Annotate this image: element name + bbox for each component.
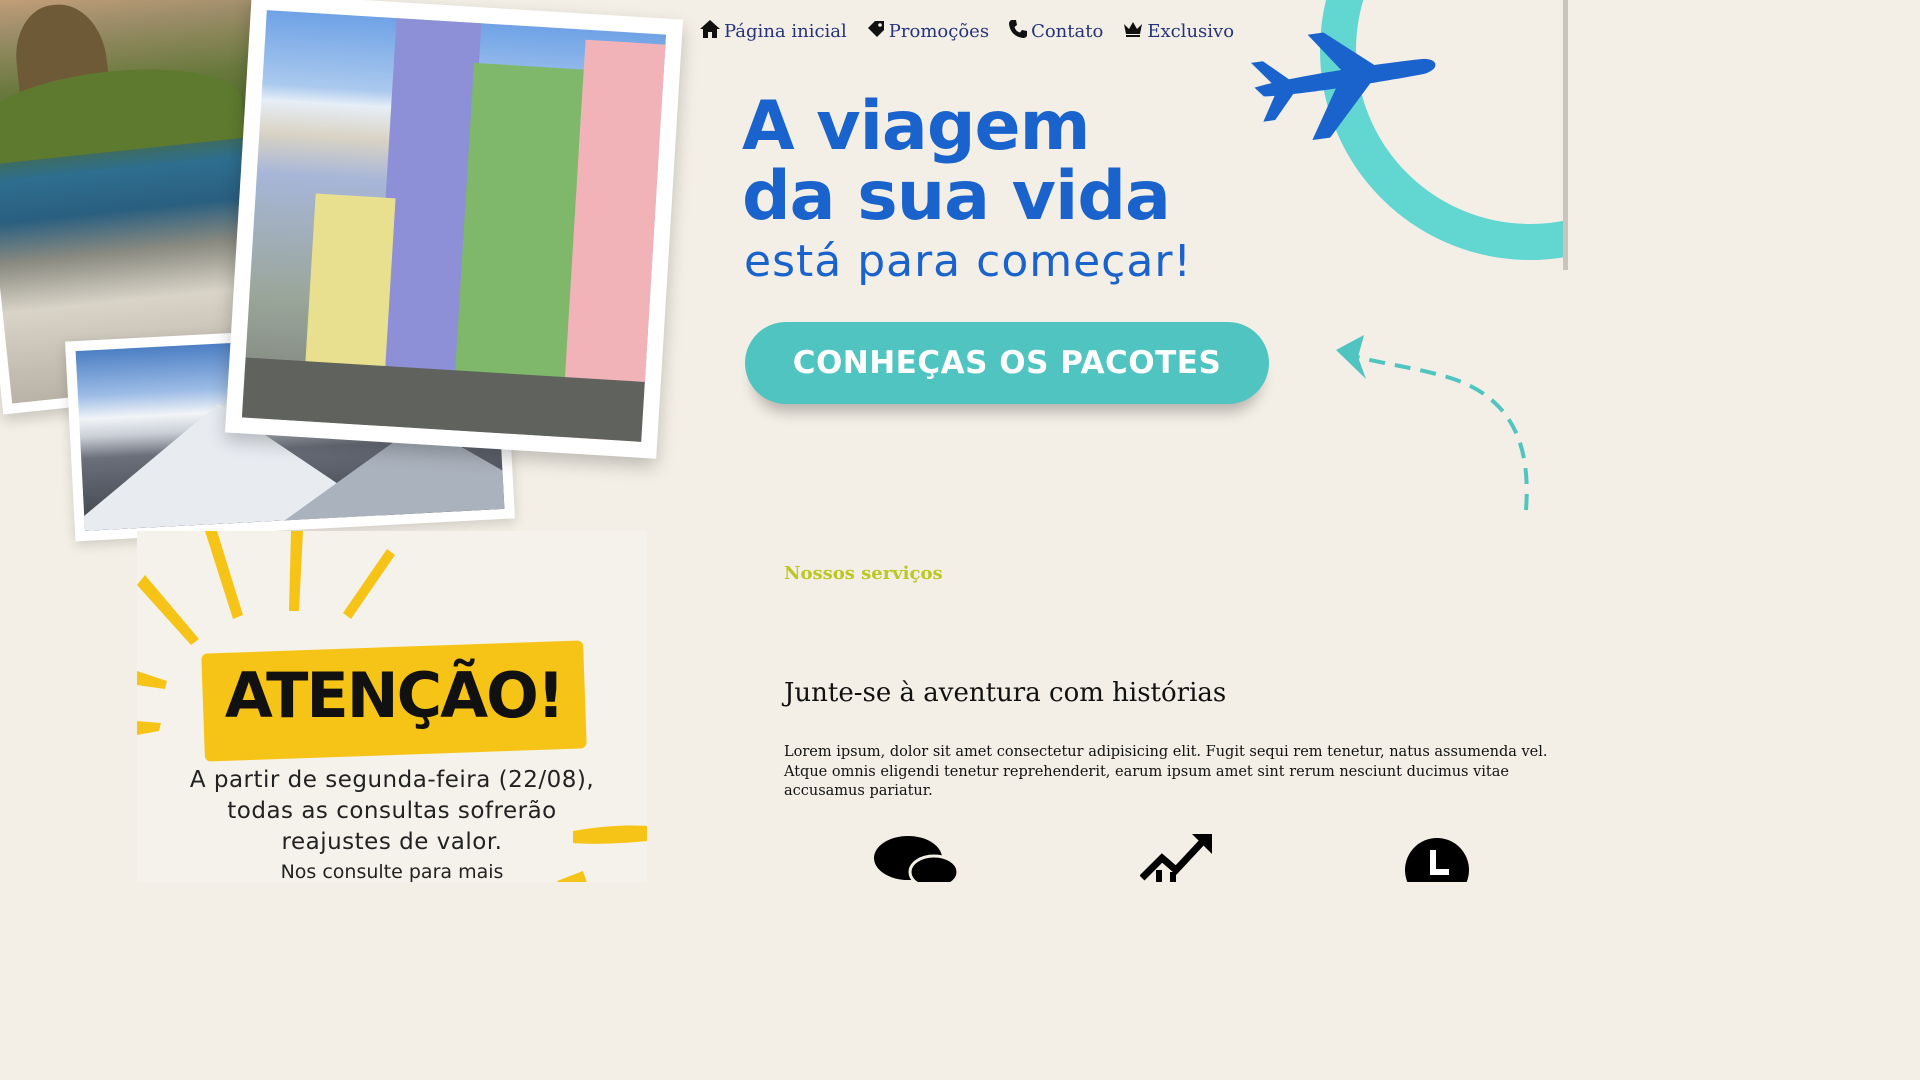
nav-exclusive[interactable]: Exclusivo <box>1123 20 1234 42</box>
nav-exclusive-label: Exclusivo <box>1147 20 1235 42</box>
phone-icon <box>1009 20 1028 42</box>
nav-promotions[interactable]: Promoções <box>867 20 989 42</box>
crown-icon <box>1123 21 1143 41</box>
nav-home[interactable]: Página inicial <box>700 20 847 42</box>
hero-title: A viagem da sua vida <box>742 87 1171 236</box>
clock-icon <box>1405 838 1469 882</box>
services-description: Lorem ipsum, dolor sit amet consectetur … <box>784 744 1548 799</box>
dashed-arrow-icon <box>1336 335 1529 511</box>
chat-bubbles-icon <box>874 836 960 882</box>
nav-promotions-label: Promoções <box>888 20 990 42</box>
nav-contact-label: Contato <box>1031 20 1104 42</box>
tag-icon <box>867 20 885 42</box>
page: Página inicial Promoções Contato Exclusi… <box>0 0 1568 882</box>
airplane-icon <box>1251 32 1436 140</box>
top-navigation: Página inicial Promoções Contato Exclusi… <box>700 20 1234 42</box>
attention-card: ATENÇÃO! A partir de segunda-feira (22/0… <box>137 531 647 882</box>
hero-subtitle: está para começar! <box>744 236 1193 287</box>
scrollbar-thumb[interactable] <box>1563 0 1568 270</box>
nav-contact[interactable]: Contato <box>1009 20 1103 42</box>
services-label: Nossos serviços <box>784 563 943 584</box>
home-icon <box>700 20 720 42</box>
hero-title-line2: da sua vida <box>742 157 1171 236</box>
packages-button[interactable]: CONHEÇAS OS PACOTES <box>745 322 1269 404</box>
services-title: Junte-se à aventura com histórias <box>784 678 1227 708</box>
attention-title: ATENÇÃO! <box>224 659 565 732</box>
nav-home-label: Página inicial <box>724 20 847 42</box>
attention-text: A partir de segunda-feira (22/08), todas… <box>189 767 595 855</box>
attention-more-text: Nos consulte para mais <box>280 861 504 882</box>
growth-chart-icon <box>1140 834 1212 882</box>
hero-title-line1: A viagem <box>742 87 1090 166</box>
salvador-photo <box>224 0 684 459</box>
